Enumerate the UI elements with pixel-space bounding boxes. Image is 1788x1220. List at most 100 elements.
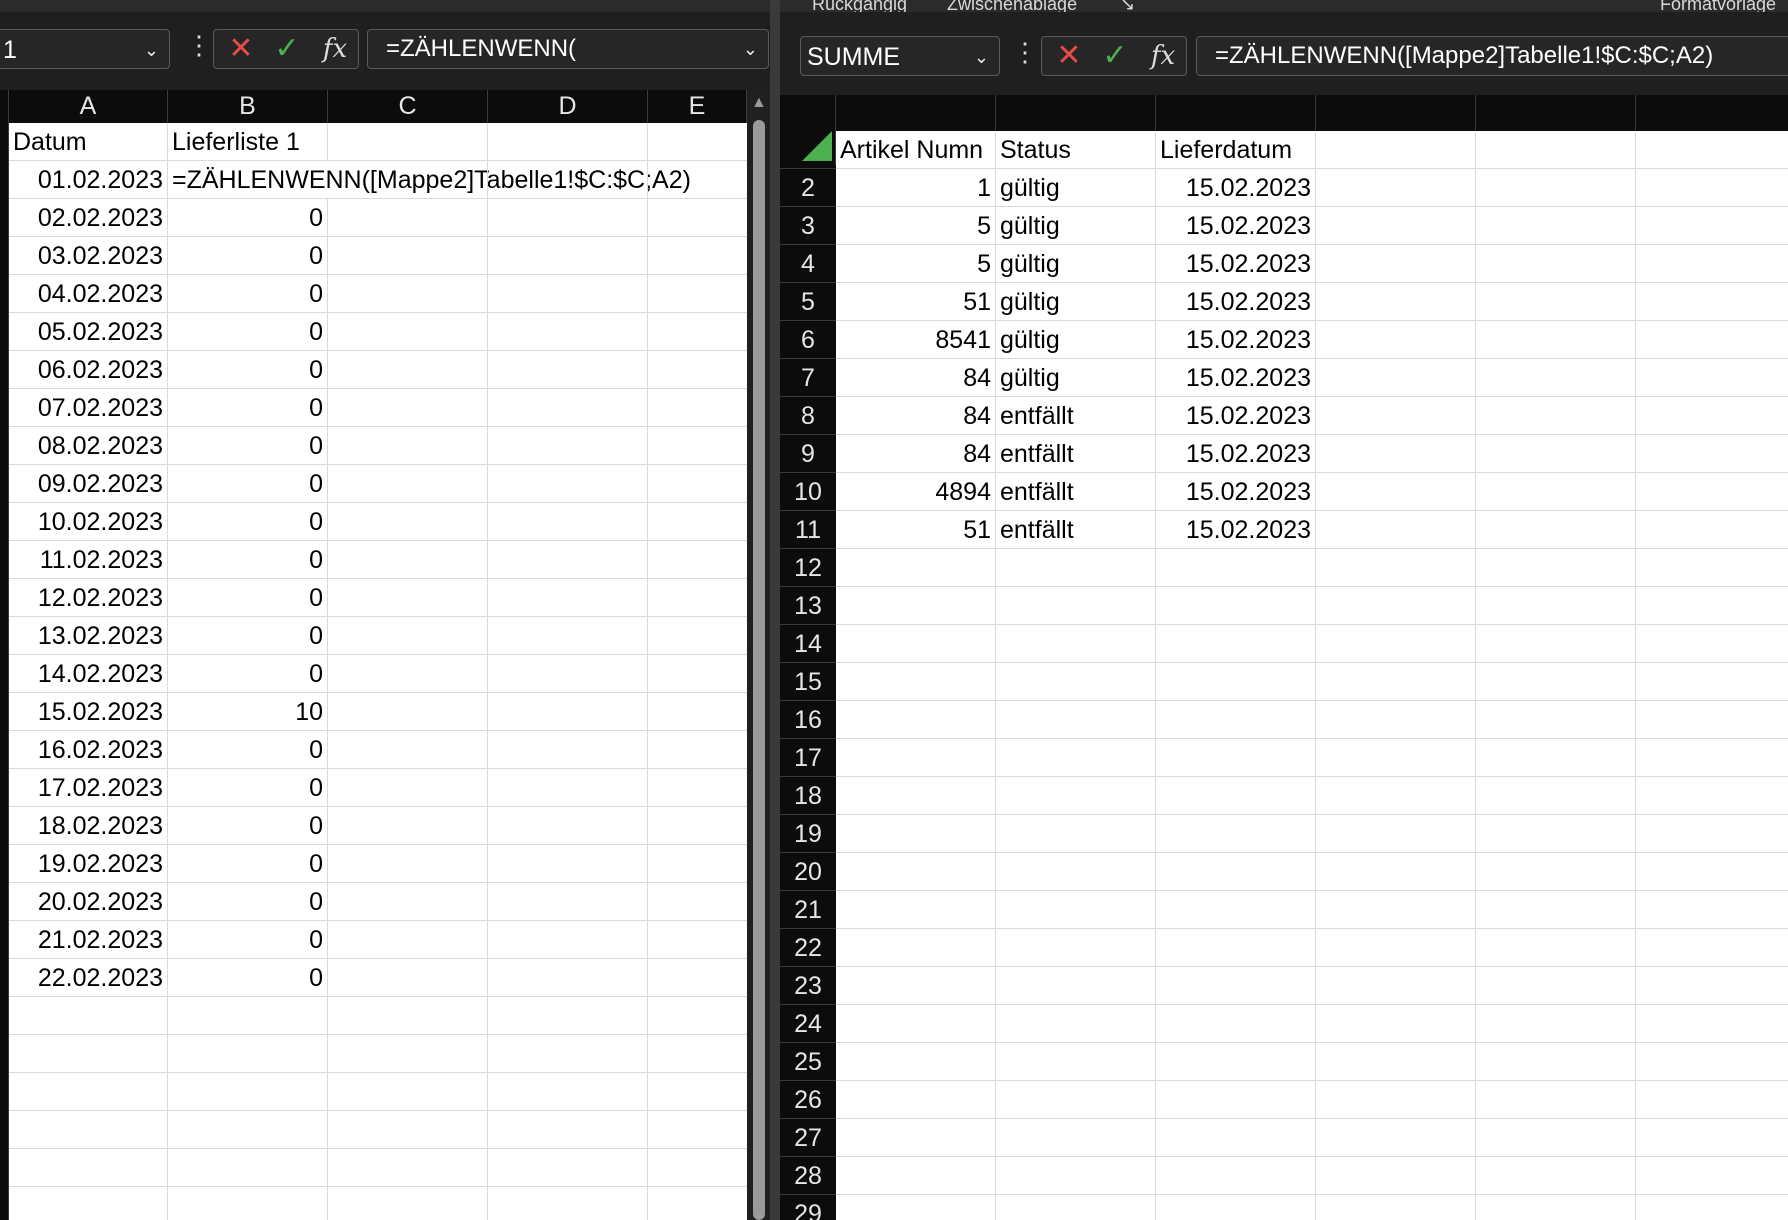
more-options-icon[interactable]: ⋮ <box>186 30 212 61</box>
cell-b25[interactable] <box>168 1035 328 1073</box>
cell-e13[interactable] <box>648 579 747 617</box>
cell-c24[interactable] <box>1156 1005 1316 1043</box>
cell-b26[interactable] <box>168 1073 328 1111</box>
cell-c11[interactable] <box>328 503 488 541</box>
cell-c8[interactable] <box>328 389 488 427</box>
cell-f21[interactable] <box>1636 891 1788 929</box>
cell-d1[interactable] <box>1316 131 1476 169</box>
select-all-corner[interactable] <box>780 95 836 165</box>
cell-b20[interactable]: 0 <box>168 845 328 883</box>
cell-f3[interactable] <box>1636 207 1788 245</box>
cell-b18[interactable] <box>996 777 1156 815</box>
cell-a22[interactable]: 21.02.2023 <box>9 921 168 959</box>
cell-e18[interactable] <box>1476 777 1636 815</box>
cell-a23[interactable]: 22.02.2023 <box>9 959 168 997</box>
cell-e23[interactable] <box>648 959 747 997</box>
cell-a12[interactable] <box>836 549 996 587</box>
cell-e15[interactable] <box>1476 663 1636 701</box>
cell-d11[interactable] <box>488 503 648 541</box>
cell-f1[interactable] <box>1636 131 1788 169</box>
cell-c6[interactable]: 15.02.2023 <box>1156 321 1316 359</box>
cell-d17[interactable] <box>1316 739 1476 777</box>
cell-c11[interactable]: 15.02.2023 <box>1156 511 1316 549</box>
insert-function-icon[interactable]: fx <box>1144 37 1182 75</box>
cell-f13[interactable] <box>1636 587 1788 625</box>
cell-a22[interactable] <box>836 929 996 967</box>
cell-e8[interactable] <box>648 389 747 427</box>
cell-c7[interactable] <box>328 351 488 389</box>
cell-c22[interactable] <box>328 921 488 959</box>
cell-b28[interactable] <box>168 1149 328 1187</box>
cell-e4[interactable] <box>1476 245 1636 283</box>
cell-f2[interactable] <box>1636 169 1788 207</box>
cell-d12[interactable] <box>488 541 648 579</box>
cell-e29[interactable] <box>648 1187 747 1220</box>
cell-b1[interactable]: Status <box>996 131 1156 169</box>
cell-b24[interactable] <box>168 997 328 1035</box>
cell-a6[interactable]: 05.02.2023 <box>9 313 168 351</box>
cell-e24[interactable] <box>1476 1005 1636 1043</box>
cell-a17[interactable]: 16.02.2023 <box>9 731 168 769</box>
cell-e18[interactable] <box>648 769 747 807</box>
cell-d28[interactable] <box>1316 1157 1476 1195</box>
row-header-28[interactable]: 28 <box>780 1157 836 1195</box>
column-header-a[interactable]: A <box>9 90 168 123</box>
cell-f11[interactable] <box>1636 511 1788 549</box>
row-header-3[interactable]: 3 <box>780 207 836 245</box>
cell-c15[interactable] <box>1156 663 1316 701</box>
cell-a13[interactable] <box>836 587 996 625</box>
cell-c18[interactable] <box>328 769 488 807</box>
cell-e20[interactable] <box>648 845 747 883</box>
cell-c5[interactable] <box>328 275 488 313</box>
cell-c13[interactable] <box>328 579 488 617</box>
cell-a11[interactable]: 51 <box>836 511 996 549</box>
cell-c27[interactable] <box>328 1111 488 1149</box>
cell-c9[interactable] <box>328 427 488 465</box>
cell-d12[interactable] <box>1316 549 1476 587</box>
cell-b12[interactable]: 0 <box>168 541 328 579</box>
ribbon-label-clipboard[interactable]: Zwischenablage <box>947 0 1077 12</box>
cell-e5[interactable] <box>648 275 747 313</box>
cell-b29[interactable] <box>168 1187 328 1220</box>
cell-f17[interactable] <box>1636 739 1788 777</box>
formula-input[interactable]: =ZÄHLENWENN([Mappe2]Tabelle1!$C:$C;A2) <box>1196 36 1788 76</box>
cell-e6[interactable] <box>1476 321 1636 359</box>
cell-a17[interactable] <box>836 739 996 777</box>
cell-e9[interactable] <box>1476 435 1636 473</box>
cell-a1[interactable]: Artikel Numn <box>836 131 996 169</box>
cell-d3[interactable] <box>488 199 648 237</box>
cell-d19[interactable] <box>1316 815 1476 853</box>
cell-e1[interactable] <box>1476 131 1636 169</box>
cell-a3[interactable]: 02.02.2023 <box>9 199 168 237</box>
cell-b19[interactable] <box>996 815 1156 853</box>
row-header-9[interactable]: 9 <box>780 435 836 473</box>
cell-a27[interactable] <box>836 1119 996 1157</box>
dialog-launcher-icon[interactable]: ↘ <box>1120 0 1135 12</box>
cell-a20[interactable] <box>836 853 996 891</box>
cell-d23[interactable] <box>1316 967 1476 1005</box>
cell-f24[interactable] <box>1636 1005 1788 1043</box>
cell-f25[interactable] <box>1636 1043 1788 1081</box>
cell-c20[interactable] <box>328 845 488 883</box>
cell-c10[interactable] <box>328 465 488 503</box>
cell-d23[interactable] <box>488 959 648 997</box>
cancel-icon[interactable]: ✕ <box>1052 37 1086 75</box>
cell-c13[interactable] <box>1156 587 1316 625</box>
cell-c1[interactable] <box>328 123 488 161</box>
cell-c16[interactable] <box>328 693 488 731</box>
cell-d24[interactable] <box>1316 1005 1476 1043</box>
cell-e11[interactable] <box>1476 511 1636 549</box>
cell-b13[interactable] <box>996 587 1156 625</box>
cell-c24[interactable] <box>328 997 488 1035</box>
cell-d5[interactable] <box>488 275 648 313</box>
name-box[interactable]: 1 ⌄ <box>0 29 170 69</box>
cell-e23[interactable] <box>1476 967 1636 1005</box>
cell-c28[interactable] <box>1156 1157 1316 1195</box>
cell-d1[interactable] <box>488 123 648 161</box>
cell-b15[interactable] <box>996 663 1156 701</box>
cell-b14[interactable] <box>996 625 1156 663</box>
cell-d17[interactable] <box>488 731 648 769</box>
cell-c28[interactable] <box>328 1149 488 1187</box>
cell-e26[interactable] <box>648 1073 747 1111</box>
scroll-up-icon[interactable]: ▲ <box>751 94 767 112</box>
